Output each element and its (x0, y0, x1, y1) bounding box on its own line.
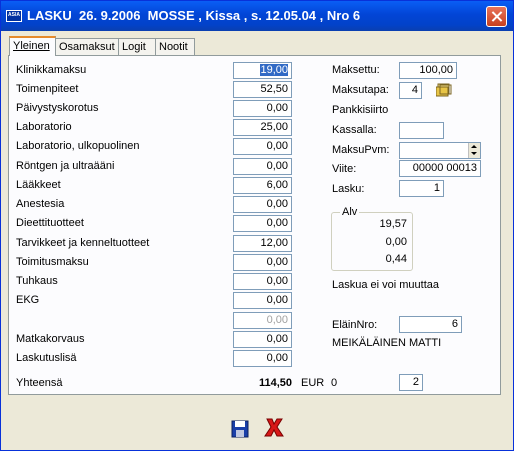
row-label: Toimitusmaksu (16, 256, 89, 268)
alv-label: Alv (340, 206, 360, 218)
amount-field[interactable]: 0,00 (233, 312, 292, 329)
invoice-window: ASIA LASKU 26. 9.2006 MOSSE , Kissa , s.… (0, 0, 514, 451)
title-bar[interactable]: ASIA LASKU 26. 9.2006 MOSSE , Kissa , s.… (1, 1, 513, 31)
alv-value: 19,57 (379, 218, 407, 230)
row-label: Laboratorio (16, 121, 72, 133)
maksutapa-field[interactable]: 4 (399, 82, 422, 99)
tab-yleinen[interactable]: Yleinen (9, 36, 56, 56)
maksutapa-label: Maksutapa: (332, 84, 389, 96)
total-currency: EUR (301, 377, 325, 389)
amount-field[interactable]: 0,00 (233, 292, 292, 309)
alv-value: 0,44 (385, 253, 407, 265)
amount-field[interactable]: 0,00 (233, 138, 292, 155)
row-label: Lääkkeet (16, 179, 61, 191)
amount-field[interactable]: 0,00 (233, 158, 292, 175)
maksupvm-field[interactable] (399, 142, 481, 159)
maksettu-label: Maksettu: (332, 64, 380, 76)
row-label: Matkakorvaus (16, 333, 85, 345)
row-label: Tarvikkeet ja kenneltuotteet (16, 237, 150, 249)
tab-osamaksut[interactable]: Osamaksut (55, 38, 119, 55)
row-label: Klinikkamaksu (16, 64, 87, 76)
row-label: Röntgen ja ultraääni (16, 160, 115, 172)
amount-field[interactable]: 0,00 (233, 331, 292, 348)
close-button[interactable] (486, 6, 507, 27)
amount-field[interactable]: 0,00 (233, 196, 292, 213)
amount-field[interactable]: 25,00 (233, 119, 292, 136)
viite-label: Viite: (332, 163, 357, 175)
maksupvm-label: MaksuPvm: (332, 144, 390, 156)
folder-icon[interactable] (436, 83, 452, 97)
amount-field[interactable]: 0,00 (233, 273, 292, 290)
tab-nootit[interactable]: Nootit (155, 38, 195, 55)
alv-groupbox: Alv 19,57 0,00 0,44 (331, 206, 413, 271)
amount-field[interactable]: 0,00 (233, 254, 292, 271)
amount-field[interactable]: 0,00 (233, 350, 292, 367)
copies-field[interactable]: 2 (399, 374, 423, 391)
alv-value: 0,00 (385, 236, 407, 248)
maksettu-field[interactable]: 100,00 (399, 62, 457, 79)
amount-field[interactable]: 0,00 (233, 100, 292, 117)
total-amount: 114,50 (258, 377, 292, 389)
row-label: Anestesia (16, 198, 65, 210)
app-icon: ASIA (6, 10, 22, 22)
viite-field[interactable]: 00000 00013 (399, 160, 481, 177)
row-label: Toimenpiteet (16, 83, 79, 95)
lasku-field[interactable]: 1 (399, 180, 444, 197)
elainnro-label: EläinNro: (332, 319, 378, 331)
total-extra: 0 (331, 377, 338, 389)
amount-field[interactable]: 52,50 (233, 81, 292, 98)
lasku-label: Lasku: (332, 183, 365, 195)
row-label: Tuhkaus (16, 275, 58, 287)
status-text: Laskua ei voi muuttaa (332, 279, 440, 291)
row-label: Laboratorio, ulkopuolinen (16, 140, 140, 152)
cancel-icon[interactable] (263, 416, 285, 438)
row-label: EKG (16, 294, 40, 306)
elainnro-field[interactable]: 6 (399, 316, 462, 333)
row-label: Päivystyskorotus (16, 102, 99, 114)
owner-name: MEIKÄLÄINEN MATTI (332, 337, 442, 349)
amount-field[interactable]: 6,00 (233, 177, 292, 194)
amount-field[interactable]: 19,00 (233, 62, 292, 79)
amount-field[interactable]: 0,00 (233, 215, 292, 232)
tab-logit[interactable]: Logit (118, 38, 156, 55)
row-label: Dieettituotteet (16, 217, 84, 229)
date-spinner[interactable] (468, 143, 480, 158)
window-title: LASKU 26. 9.2006 MOSSE , Kissa , s. 12.0… (27, 8, 361, 23)
amount-field[interactable]: 12,00 (233, 235, 292, 252)
general-panel: Klinikkamaksu 19,00 Toimenpiteet 52,50 Päivy… (8, 55, 501, 395)
row-label: Laskutuslisä (16, 352, 77, 364)
maksutapa-name: Pankkisiirto (332, 104, 389, 116)
save-icon[interactable] (229, 418, 251, 440)
kassalla-label: Kassalla: (332, 124, 377, 136)
kassalla-field[interactable] (399, 122, 444, 139)
total-label: Yhteensä (16, 377, 63, 389)
